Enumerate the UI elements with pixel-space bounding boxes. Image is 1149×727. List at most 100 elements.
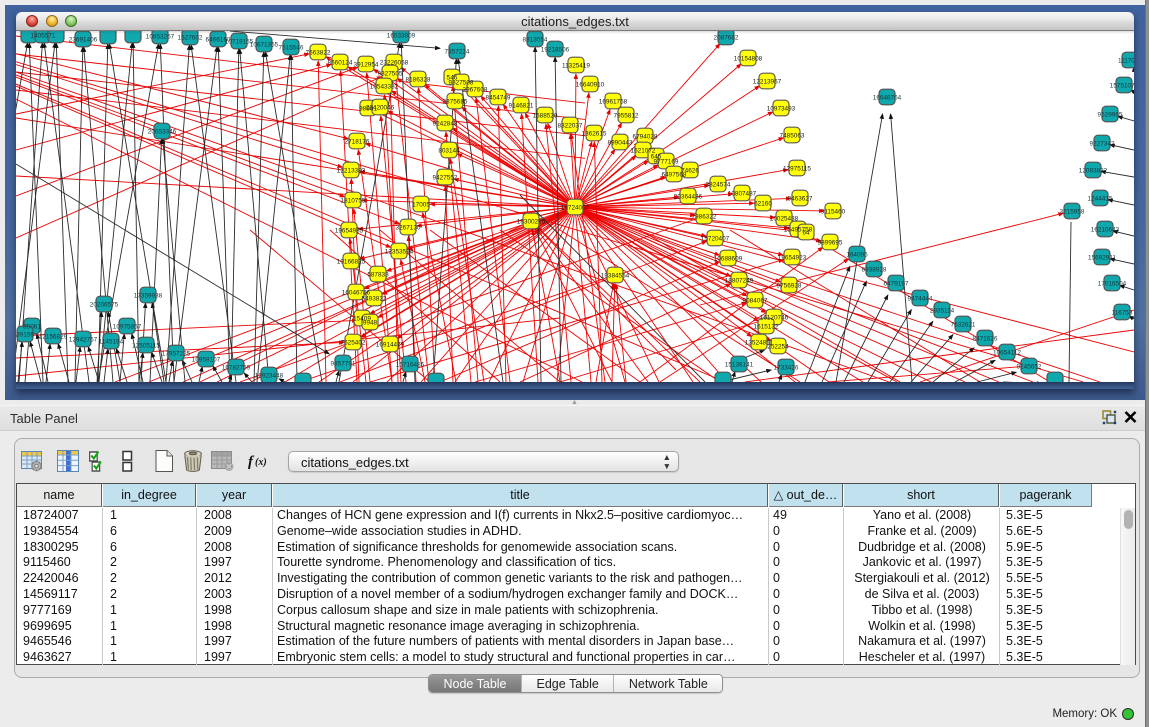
svg-text:10688609: 10688609 bbox=[714, 256, 743, 263]
svg-text:8471626: 8471626 bbox=[973, 336, 998, 343]
svg-text:16961758: 16961758 bbox=[599, 99, 628, 106]
svg-text:9227342: 9227342 bbox=[1090, 141, 1115, 148]
svg-text:9146821: 9146821 bbox=[509, 103, 534, 110]
svg-text:22420046: 22420046 bbox=[366, 105, 395, 112]
svg-text:16782759: 16782759 bbox=[222, 365, 251, 372]
svg-text:3875685: 3875685 bbox=[443, 99, 468, 106]
svg-text:12156829: 12156829 bbox=[39, 334, 68, 341]
svg-text:20364436: 20364436 bbox=[674, 194, 703, 201]
svg-text:10654112: 10654112 bbox=[993, 350, 1021, 357]
svg-text:19654923: 19654923 bbox=[778, 255, 807, 262]
svg-text:164095: 164095 bbox=[846, 252, 868, 259]
svg-text:8813054: 8813054 bbox=[523, 37, 548, 44]
svg-text:6497568: 6497568 bbox=[662, 172, 687, 179]
svg-text:19384554: 19384554 bbox=[601, 273, 630, 280]
svg-text:10154808: 10154808 bbox=[734, 56, 763, 63]
svg-text:20206575: 20206575 bbox=[90, 302, 119, 309]
svg-text:7485063: 7485063 bbox=[780, 133, 805, 140]
svg-text:15716485: 15716485 bbox=[396, 362, 425, 369]
svg-text:15136141: 15136141 bbox=[725, 362, 754, 369]
svg-text:16914479: 16914479 bbox=[376, 342, 405, 349]
svg-text:2967608: 2967608 bbox=[463, 87, 488, 94]
svg-text:19654985: 19654985 bbox=[335, 228, 364, 235]
svg-text:(x): (x) bbox=[255, 457, 267, 468]
svg-text:10025438: 10025438 bbox=[770, 216, 799, 223]
svg-text:7986322: 7986322 bbox=[692, 214, 717, 221]
svg-text:12213383: 12213383 bbox=[337, 168, 366, 175]
svg-text:8990443: 8990443 bbox=[608, 140, 633, 147]
svg-text:85061: 85061 bbox=[23, 324, 41, 331]
svg-text:8938928: 8938928 bbox=[862, 267, 887, 274]
svg-text:23226058: 23226058 bbox=[380, 60, 409, 67]
svg-text:17016504: 17016504 bbox=[1098, 281, 1127, 288]
svg-text:9474444: 9474444 bbox=[908, 296, 933, 303]
svg-text:12505115: 12505115 bbox=[132, 343, 160, 350]
svg-text:17957225: 17957225 bbox=[162, 351, 191, 358]
svg-text:587833: 587833 bbox=[367, 272, 389, 279]
svg-text:6479197: 6479197 bbox=[884, 281, 909, 288]
svg-text:12093822: 12093822 bbox=[1079, 168, 1108, 175]
svg-text:64: 64 bbox=[802, 230, 810, 237]
svg-text:9242848: 9242848 bbox=[433, 121, 458, 128]
svg-text:1615132: 1615132 bbox=[754, 324, 779, 331]
svg-text:10973493: 10973493 bbox=[767, 106, 796, 113]
svg-text:18300295: 18300295 bbox=[517, 219, 546, 226]
svg-text:1117064: 1117064 bbox=[1118, 58, 1134, 65]
svg-text:12942757: 12942757 bbox=[69, 337, 98, 344]
svg-text:15692911: 15692911 bbox=[1088, 255, 1116, 262]
svg-text:1362615: 1362615 bbox=[582, 131, 607, 138]
svg-text:1145194: 1145194 bbox=[99, 339, 124, 346]
svg-text:8322037: 8322037 bbox=[558, 123, 583, 130]
svg-text:18724007: 18724007 bbox=[561, 205, 590, 212]
svg-text:2718176: 2718176 bbox=[345, 139, 370, 146]
svg-text:9427552: 9427552 bbox=[433, 175, 458, 182]
svg-text:116753: 116753 bbox=[1112, 310, 1133, 317]
svg-text:803144: 803144 bbox=[438, 148, 460, 155]
svg-text:1405571: 1405571 bbox=[31, 33, 56, 40]
svg-text:9115460: 9115460 bbox=[821, 209, 846, 216]
svg-text:8186328: 8186328 bbox=[406, 77, 431, 84]
svg-text:18807249: 18807249 bbox=[725, 278, 754, 285]
svg-text:16033809: 16033809 bbox=[387, 33, 416, 40]
svg-text:3824574: 3824574 bbox=[706, 182, 731, 189]
svg-text:3215958: 3215958 bbox=[1060, 209, 1085, 216]
svg-text:7357224: 7357224 bbox=[445, 49, 470, 56]
svg-text:10975857: 10975857 bbox=[113, 324, 142, 331]
svg-text:8454749: 8454749 bbox=[486, 95, 511, 102]
svg-text:12923448: 12923448 bbox=[255, 373, 284, 380]
svg-text:2935114: 2935114 bbox=[930, 308, 955, 315]
svg-text:9327508: 9327508 bbox=[449, 80, 474, 87]
svg-text:f: f bbox=[248, 454, 255, 470]
svg-text:1733426: 1733426 bbox=[774, 365, 799, 372]
svg-text:20053346: 20053346 bbox=[148, 129, 177, 136]
svg-text:3267130: 3267130 bbox=[396, 225, 421, 232]
svg-text:5493822: 5493822 bbox=[362, 296, 387, 303]
svg-text:1527602: 1527602 bbox=[178, 35, 203, 42]
svg-text:16120746: 16120746 bbox=[760, 315, 789, 322]
svg-text:9245652: 9245652 bbox=[1017, 364, 1042, 371]
svg-text:19218506: 19218506 bbox=[541, 47, 570, 54]
svg-text:39159: 39159 bbox=[16, 332, 34, 339]
svg-text:7955812: 7955812 bbox=[614, 113, 639, 120]
svg-text:15751074: 15751074 bbox=[1110, 83, 1134, 90]
svg-text:252254: 252254 bbox=[767, 344, 789, 351]
svg-text:7625402: 7625402 bbox=[341, 340, 366, 347]
svg-text:6794028: 6794028 bbox=[633, 134, 658, 141]
svg-text:9756928: 9756928 bbox=[777, 283, 802, 290]
svg-text:10958107: 10958107 bbox=[192, 357, 221, 364]
svg-text:1810755: 1810755 bbox=[341, 198, 366, 205]
svg-text:16210643: 16210643 bbox=[1091, 227, 1120, 234]
svg-text:2087682: 2087682 bbox=[714, 35, 739, 42]
svg-text:10853267: 10853267 bbox=[146, 34, 175, 41]
svg-text:23691406: 23691406 bbox=[69, 37, 98, 44]
svg-text:9948: 9948 bbox=[363, 320, 378, 327]
svg-text:12213967: 12213967 bbox=[753, 79, 782, 86]
svg-text:17005: 17005 bbox=[412, 202, 430, 209]
svg-text:1244415: 1244415 bbox=[1088, 196, 1113, 203]
svg-text:9857791: 9857791 bbox=[331, 361, 356, 368]
svg-text:9777169: 9777169 bbox=[654, 159, 679, 166]
svg-text:3912954: 3912954 bbox=[354, 62, 379, 69]
svg-text:1588520: 1588520 bbox=[533, 113, 558, 120]
svg-text:17359938: 17359938 bbox=[134, 293, 163, 300]
svg-text:7663822: 7663822 bbox=[306, 50, 331, 57]
